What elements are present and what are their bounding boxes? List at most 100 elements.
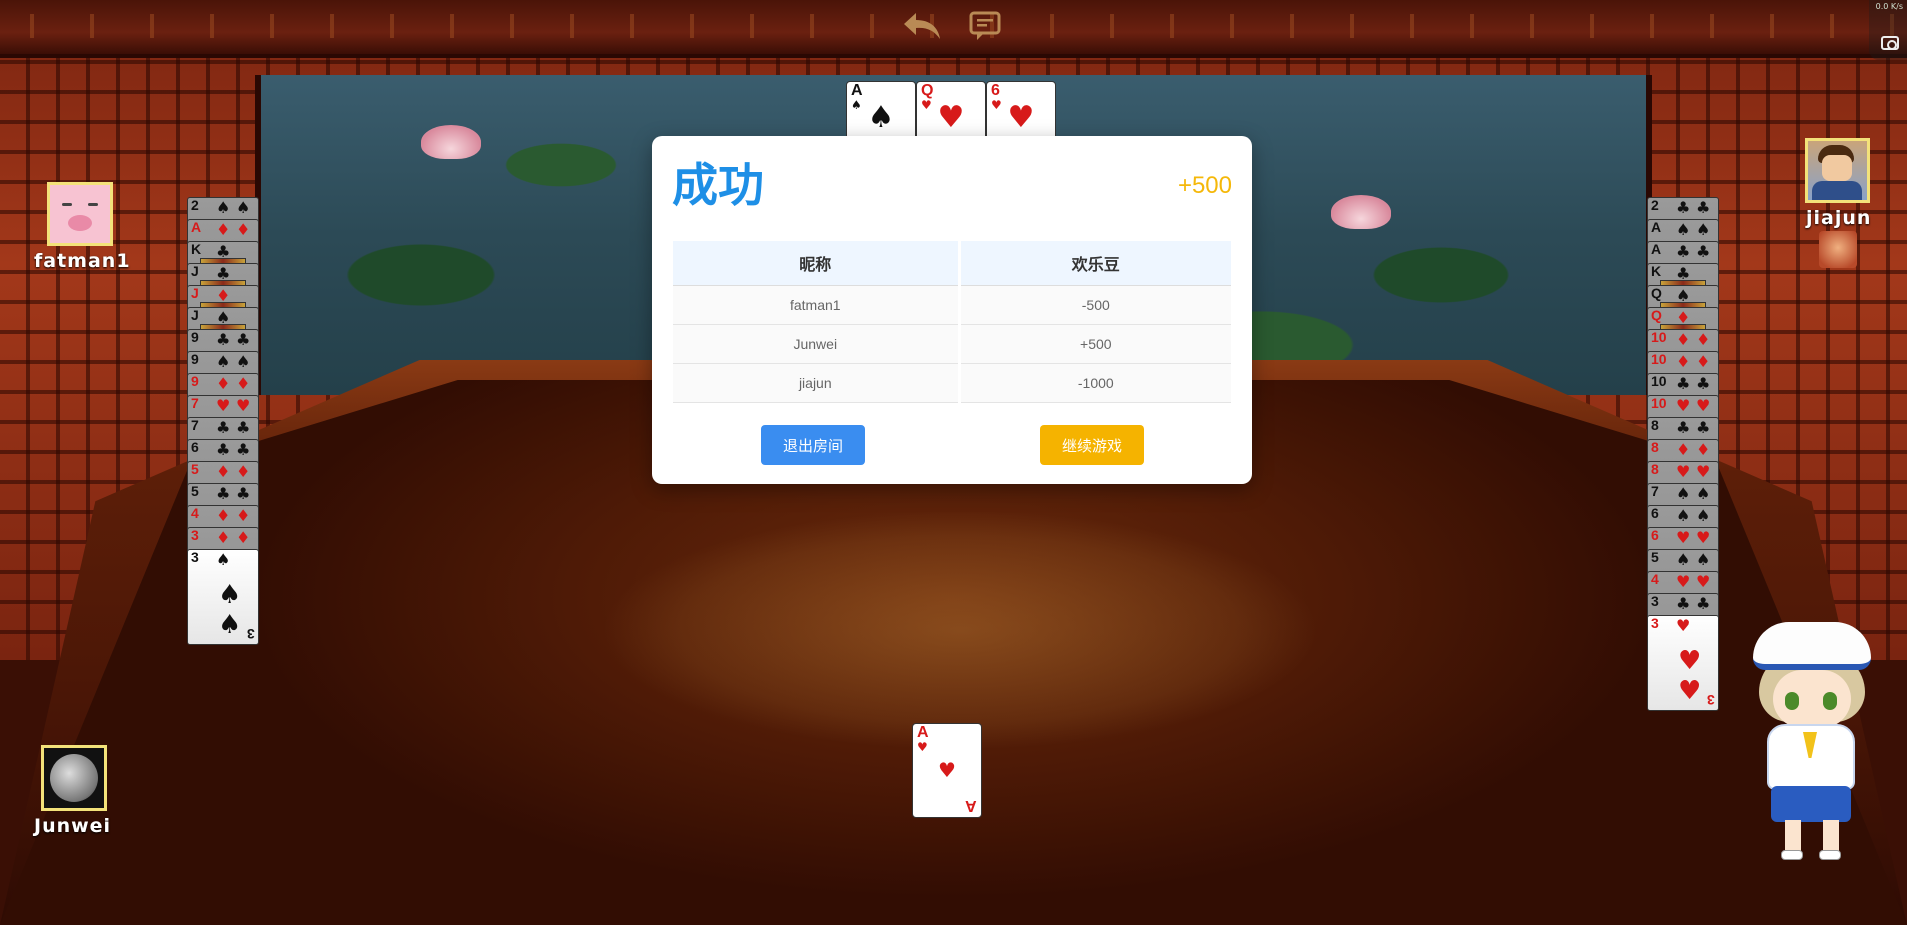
pile-card: 3 ♥ ♥ ♥ 3: [1647, 615, 1719, 711]
card-center-suit: ♥: [1678, 646, 1702, 676]
card-suit: ♠: [1696, 220, 1711, 239]
player-name-self: Junwei: [34, 815, 112, 837]
card-suit: ♣: [1676, 594, 1691, 613]
card-suit: ♣: [1676, 374, 1691, 393]
card-suit: ♥: [917, 740, 928, 754]
chat-bubble-icon[interactable]: [965, 8, 1005, 44]
card-rank: Q: [921, 82, 934, 99]
card-rank: A: [917, 724, 929, 741]
card-center-suit: ♥: [1678, 676, 1702, 706]
card-suit: ♣: [216, 418, 231, 437]
card-center-suit: ♥: [937, 100, 965, 135]
card-rank: 6: [1651, 527, 1659, 543]
card-suit: ♦: [216, 374, 231, 393]
card-rank: 6: [991, 82, 1000, 99]
avatar-left-player[interactable]: [47, 182, 113, 246]
card-suit: ♣: [1696, 418, 1711, 437]
card-rank: K: [1651, 263, 1662, 279]
card-suit: ♥: [236, 396, 251, 415]
card-suit: ♣: [216, 330, 231, 349]
card-rank: 5: [1651, 549, 1659, 565]
card-suit: ♠: [216, 352, 231, 371]
pile-card: 3 ♠ ♠ ♠ 3: [187, 549, 259, 645]
card-rank: A: [851, 82, 863, 99]
card-rank: 10: [1651, 329, 1667, 345]
card-suit: ♣: [1676, 418, 1691, 437]
card-suit: ♥: [1676, 572, 1691, 591]
card-suit: ♦: [1676, 352, 1691, 371]
card-rank: 10: [1651, 373, 1667, 389]
card-suit: ♥: [216, 396, 231, 415]
card-suit: ♦: [1676, 330, 1691, 349]
card-rank: 10: [1651, 395, 1667, 411]
card-suit: ♠: [1696, 506, 1711, 525]
card-rank: 3: [191, 527, 199, 543]
card-rank: 7: [1651, 483, 1659, 499]
avatar-right-player[interactable]: [1805, 138, 1870, 203]
card-suit: ♠: [1676, 506, 1691, 525]
card-suit: ♦: [216, 528, 231, 547]
card-suit: ♣: [216, 440, 231, 459]
undo-arrow-icon[interactable]: [902, 8, 942, 44]
row-beans: -1000: [957, 363, 1231, 403]
column-header-beans: 欢乐豆: [957, 241, 1231, 286]
card-rank: J: [191, 263, 199, 279]
card-suit: ♣: [236, 418, 251, 437]
card-suit: ♦: [1696, 330, 1711, 349]
card-suit: ♣: [236, 330, 251, 349]
card-center-suit: ♥: [1007, 100, 1035, 135]
row-beans: -500: [957, 285, 1231, 325]
card-suit: ♦: [1696, 352, 1711, 371]
camera-icon[interactable]: [1881, 36, 1899, 50]
card-suit: ♦: [236, 220, 251, 239]
card-suit: ♥: [1676, 396, 1691, 415]
card-suit: ♦: [236, 528, 251, 547]
card-center-suit: ♠: [218, 610, 242, 640]
card-rank: 5: [191, 483, 199, 499]
card-suit: ♦: [236, 462, 251, 481]
card-center-suit: ♠: [867, 100, 895, 135]
card-suit: ♣: [1676, 242, 1691, 261]
card-suit: ♥: [1696, 396, 1711, 415]
table-row: fatman1 -500: [673, 285, 1231, 325]
card-rank: 9: [191, 329, 199, 345]
card-suit: ♠: [1676, 484, 1691, 503]
result-score: +500: [1177, 172, 1232, 199]
card-suit: ♣: [236, 440, 251, 459]
card-rank: 2: [1651, 197, 1659, 213]
card-rank: 9: [191, 351, 199, 367]
result-title: 成功: [672, 158, 764, 212]
card-rank: A: [1651, 241, 1662, 257]
card-suit: ♦: [216, 462, 231, 481]
exit-room-button[interactable]: 退出房间: [761, 425, 865, 465]
card-center-suit: ♥: [938, 758, 956, 782]
avatar-self[interactable]: [41, 745, 107, 811]
card-rank: 7: [191, 395, 199, 411]
card-rank: 6: [1651, 505, 1659, 521]
card-suit: ♦: [1696, 440, 1711, 459]
emote-icon: [1819, 231, 1857, 268]
card-suit: ♣: [1696, 198, 1711, 217]
card-suit: ♠: [1676, 220, 1691, 239]
card-suit: ♠: [216, 198, 231, 217]
card-suit: ♣: [1696, 374, 1711, 393]
card-rank: 10: [1651, 351, 1667, 367]
top-beam: [0, 0, 1907, 58]
card-rank: 3: [1651, 593, 1659, 609]
moon-icon: [50, 754, 98, 802]
card-suit: ♣: [1696, 242, 1711, 261]
card-suit: ♠: [236, 198, 251, 217]
card-rank: A: [191, 219, 202, 235]
card-rank: A: [1651, 219, 1662, 235]
card-suit: ♠: [1696, 550, 1711, 569]
card-suit: ♣: [236, 484, 251, 503]
row-nickname: fatman1: [673, 285, 960, 325]
card-rank: Q: [1651, 307, 1662, 323]
card-suit: ♠: [1676, 550, 1691, 569]
card-suit: ♥: [1696, 528, 1711, 547]
card-suit: ♣: [216, 484, 231, 503]
continue-game-button[interactable]: 继续游戏: [1040, 425, 1144, 465]
card-suit: ♠: [236, 352, 251, 371]
card-rank: K: [191, 241, 202, 257]
pig-icon: [50, 185, 110, 243]
